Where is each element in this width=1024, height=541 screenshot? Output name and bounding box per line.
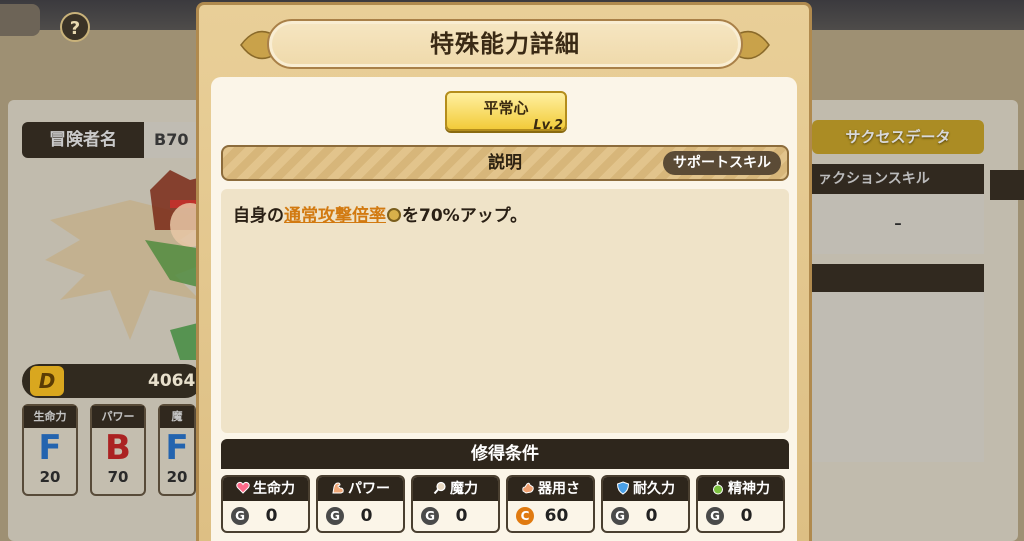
action-skill-value: - [812, 194, 984, 254]
skill-level: Lv.2 [533, 118, 563, 133]
condition-cell: 精神力 G0 [696, 475, 785, 533]
condition-grade: G [421, 507, 439, 525]
bg-section-header [812, 264, 984, 292]
rank-badge: D [30, 366, 64, 396]
shield-icon [616, 481, 630, 495]
condition-grade: G [611, 507, 629, 525]
adventurer-name-label: 冒険者名 [22, 122, 144, 158]
conditions-row: 生命力 G0 パワー G0 魔力 G0 器用さ C 60 耐久力 G0 精神力 G… [221, 475, 789, 533]
bg-right-tab [990, 170, 1024, 200]
skill-detail-modal: 特殊能力詳細 平常心 Lv.2 説明 サポートスキル 自身の通常攻撃倍率 を70%… [196, 2, 812, 541]
conditions-header: 修得条件 [221, 439, 789, 469]
spirit-icon [713, 481, 723, 495]
bg-stat-grade: F [165, 428, 189, 468]
condition-label: 耐久力 [633, 481, 675, 497]
bg-stat-grade: F [38, 428, 62, 468]
description-keyword-link[interactable]: 通常攻撃倍率 [284, 206, 386, 226]
condition-cell: 器用さ C 60 [506, 475, 595, 533]
condition-label: 精神力 [728, 481, 770, 497]
bg-stat-grade: B [105, 428, 131, 468]
description-prefix: 自身の [233, 206, 284, 226]
condition-cell: 生命力 G0 [221, 475, 310, 533]
bg-stat-value: 20 [166, 468, 188, 486]
bg-stat-value: 20 [39, 468, 61, 486]
modal-title-plate: 特殊能力詳細 [267, 19, 743, 69]
condition-grade: C [516, 507, 534, 525]
condition-label: 器用さ [538, 481, 580, 497]
bg-stat-label: 魔 [160, 406, 194, 428]
condition-value: 60 [544, 506, 569, 526]
condition-label: パワー [348, 481, 390, 497]
description-header-bar: 説明 サポートスキル [221, 145, 789, 181]
heart-icon [236, 481, 250, 494]
condition-grade: G [231, 507, 249, 525]
condition-cell: 魔力 G0 [411, 475, 500, 533]
bg-stat-card: パワー B 70 [90, 404, 146, 496]
bg-stat-card: 魔 F 20 [158, 404, 196, 496]
bg-section-body [812, 292, 984, 462]
skill-name-button[interactable]: 平常心 Lv.2 [445, 91, 567, 133]
condition-value: 0 [455, 506, 468, 526]
condition-label: 生命力 [253, 481, 295, 497]
condition-grade: G [326, 507, 344, 525]
help-button[interactable]: ? [60, 12, 90, 42]
description-suffix: を70%アップ。 [402, 206, 528, 226]
rank-value: 4064 [148, 371, 196, 391]
condition-cell: 耐久力 G0 [601, 475, 690, 533]
bg-stat-value: 70 [107, 468, 129, 486]
description-box: 自身の通常攻撃倍率 を70%アップ。 [221, 189, 789, 433]
condition-label: 魔力 [450, 481, 478, 497]
action-skill-label: ァクションスキル [812, 164, 984, 194]
condition-grade: G [706, 507, 724, 525]
magnifier-icon [433, 481, 446, 495]
back-button[interactable] [0, 4, 40, 36]
info-coin-icon[interactable] [387, 208, 401, 222]
description-text: 自身の通常攻撃倍率 を70%アップ。 [233, 201, 777, 226]
arm-icon [332, 482, 344, 494]
skill-type-badge: サポートスキル [663, 151, 781, 175]
condition-value: 0 [645, 506, 658, 526]
condition-cell: パワー G0 [316, 475, 405, 533]
hand-icon [522, 482, 534, 494]
condition-value: 0 [360, 506, 373, 526]
condition-value: 0 [265, 506, 278, 526]
bg-stat-label: 生命力 [24, 406, 76, 428]
success-data-button[interactable]: サクセスデータ [812, 120, 984, 154]
bg-stat-label: パワー [92, 406, 144, 428]
bg-stat-card: 生命力 F 20 [22, 404, 78, 496]
condition-value: 0 [740, 506, 753, 526]
modal-title: 特殊能力詳細 [430, 30, 580, 58]
adventurer-name-value: B70 [144, 122, 204, 158]
